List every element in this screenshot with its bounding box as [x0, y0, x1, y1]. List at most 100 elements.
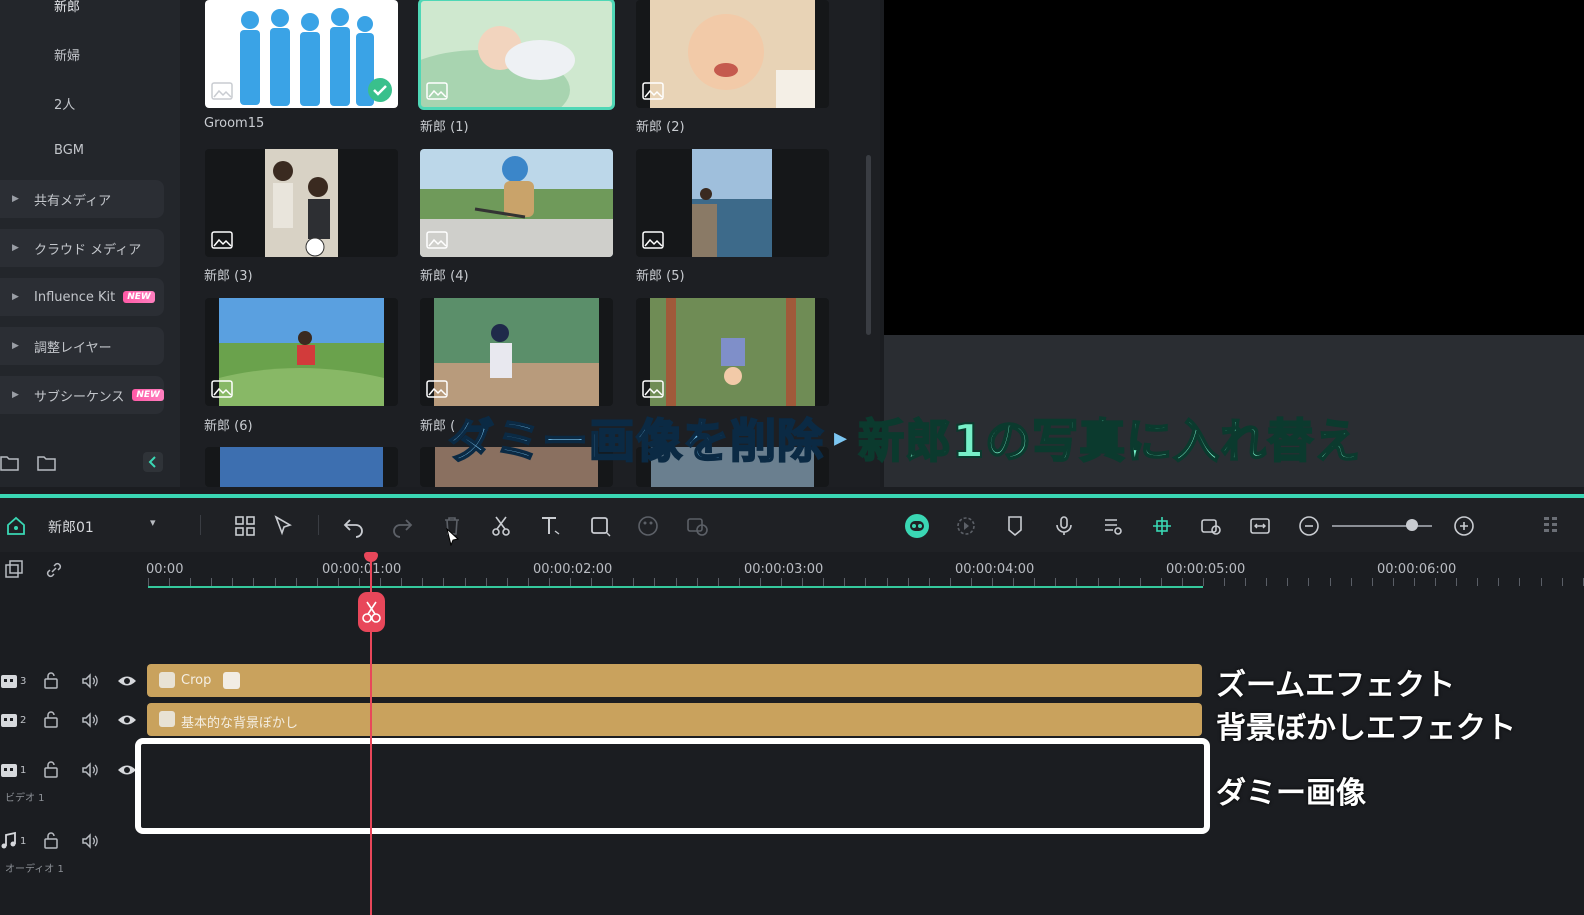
clip-crop-effect[interactable]: Crop	[147, 664, 1202, 697]
ruler-tick	[486, 578, 487, 586]
clip-background-blur-effect[interactable]: 基本的な背景ぼかし	[147, 703, 1202, 736]
sidebar-folder-influence-kit[interactable]: ▶ Influence Kit NEW	[0, 278, 164, 316]
color-palette-icon[interactable]	[636, 514, 660, 538]
ruler-tick	[633, 578, 634, 586]
add-track-icon[interactable]	[4, 560, 24, 580]
folder-icon[interactable]	[37, 454, 57, 472]
ruler-tick	[1456, 578, 1457, 586]
ruler-tick	[887, 578, 888, 586]
speaker-icon[interactable]	[80, 760, 100, 780]
split-scissors-icon[interactable]	[489, 514, 513, 538]
sidebar-item-bride[interactable]: 新婦	[54, 45, 80, 64]
new-folder-icon[interactable]	[0, 454, 20, 472]
zoom-in-icon[interactable]	[1452, 514, 1476, 538]
media-thumb-groom-1[interactable]	[418, 0, 615, 110]
media-thumb-groom-6[interactable]	[205, 298, 398, 406]
keyframe-icon[interactable]	[223, 672, 240, 689]
speaker-icon[interactable]	[80, 831, 100, 851]
ruler-tick	[148, 578, 149, 586]
ruler-tick	[528, 578, 529, 586]
tutorial-caption: ダミー画像を削除 ▸ 新郎1の写真に入れ替え	[447, 403, 1362, 473]
microphone-icon[interactable]	[1052, 514, 1076, 538]
select-tool-icon[interactable]	[272, 514, 296, 538]
playhead-marker[interactable]	[364, 552, 378, 562]
ruler-tick	[232, 578, 233, 586]
image-type-icon	[426, 231, 448, 249]
ruler-tick	[1013, 578, 1014, 586]
media-thumb-partial[interactable]	[205, 447, 398, 487]
speed-icon[interactable]	[685, 514, 709, 538]
ruler-tick	[296, 578, 297, 586]
lock-icon[interactable]	[41, 760, 61, 780]
preview-canvas	[884, 0, 1584, 335]
eye-icon[interactable]	[117, 710, 137, 730]
zoom-slider-handle[interactable]	[1406, 519, 1418, 531]
link-icon[interactable]	[44, 560, 64, 580]
media-thumb-groom-5[interactable]	[636, 149, 829, 257]
speaker-icon[interactable]	[80, 671, 100, 691]
ruler-tick	[1034, 578, 1035, 586]
checkmark-icon	[368, 78, 392, 102]
fit-timeline-icon[interactable]	[1248, 514, 1272, 538]
ruler-tick	[338, 578, 339, 586]
project-name[interactable]: 新郎01	[48, 517, 94, 537]
media-thumb-groom-7[interactable]	[420, 298, 613, 406]
home-icon[interactable]	[4, 514, 28, 538]
media-thumb-groom15[interactable]	[205, 0, 398, 108]
lock-icon[interactable]	[41, 831, 61, 851]
chevron-down-icon[interactable]: ▾	[150, 516, 156, 529]
collapse-sidebar-icon[interactable]	[143, 452, 163, 472]
ruler-tick	[612, 578, 613, 586]
ruler-tick	[802, 578, 803, 586]
sidebar-folder-shared-media[interactable]: ▶ 共有メディア	[0, 180, 164, 218]
image-type-icon	[211, 231, 233, 249]
speaker-icon[interactable]	[80, 710, 100, 730]
music-note-icon	[1, 831, 16, 849]
ruler-tick	[1519, 578, 1520, 586]
sidebar-folder-subsequence[interactable]: ▶ サブシーケンス NEW	[0, 376, 164, 414]
track-number: 3	[20, 676, 27, 687]
media-scrollbar[interactable]	[866, 155, 871, 335]
ruler-tick	[1119, 578, 1120, 586]
eye-icon[interactable]	[117, 760, 137, 780]
ruler-tick	[401, 578, 402, 586]
two-boys-photo	[265, 149, 338, 257]
ruler-tick	[1541, 578, 1542, 586]
caption-part2: 新郎1の写真に入れ替え	[857, 413, 1362, 469]
crop-shape-icon[interactable]	[588, 514, 612, 538]
audio-mixer-icon[interactable]	[1101, 514, 1125, 538]
media-thumb-groom-2[interactable]	[636, 0, 829, 108]
layout-grid-icon[interactable]	[233, 514, 257, 538]
auto-ripple-icon[interactable]	[1199, 514, 1223, 538]
eye-icon[interactable]	[117, 671, 137, 691]
marker-icon[interactable]	[1003, 514, 1027, 538]
image-type-icon	[211, 380, 233, 398]
dummy-image-highlight	[135, 738, 1210, 834]
ruler-tick	[823, 578, 824, 586]
text-tool-icon[interactable]	[538, 514, 562, 538]
sidebar-folder-cloud-media[interactable]: ▶ クラウド メディア	[0, 229, 164, 267]
undo-icon[interactable]	[342, 514, 366, 538]
ruler-tick	[760, 578, 761, 586]
more-options-icon[interactable]	[1540, 514, 1564, 538]
lock-icon[interactable]	[41, 671, 61, 691]
media-thumb-groom-3[interactable]	[205, 149, 398, 257]
redo-icon[interactable]	[390, 514, 414, 538]
sidebar-item-groom[interactable]: 新郎	[54, 0, 80, 15]
playhead-scissors-handle[interactable]	[358, 592, 385, 632]
media-thumb-groom-8[interactable]	[636, 298, 829, 406]
render-preview-icon[interactable]	[954, 514, 978, 538]
sidebar-folder-adjustment-layer[interactable]: ▶ 調整レイヤー	[0, 327, 164, 365]
ruler-tick	[253, 578, 254, 586]
ruler-tick	[1308, 578, 1309, 586]
ruler-label: 00:00:01:00	[322, 562, 402, 577]
snap-magnet-icon[interactable]	[1150, 514, 1174, 538]
ai-toggle-icon[interactable]	[904, 513, 930, 539]
media-thumb-groom-4[interactable]	[420, 149, 613, 257]
sidebar-item-bgm[interactable]: BGM	[54, 143, 84, 158]
lock-icon[interactable]	[41, 710, 61, 730]
sidebar-item-couple[interactable]: 2人	[54, 94, 75, 113]
zoom-out-icon[interactable]	[1297, 514, 1321, 538]
image-type-icon	[426, 380, 448, 398]
ruler-label: 00:00	[146, 562, 184, 577]
